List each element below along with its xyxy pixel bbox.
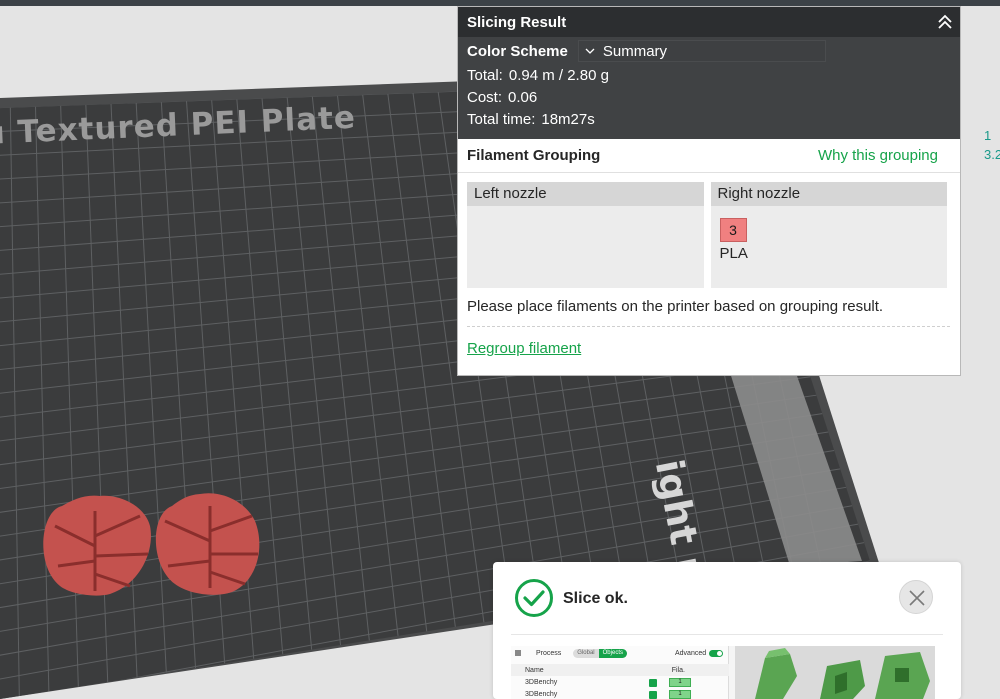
preview-row-check [649, 678, 657, 687]
preview-global-tab: Global [573, 648, 599, 658]
slicing-result-panel: Slicing Result Color Scheme Summary Tota… [457, 6, 961, 376]
filament-grouping-title: Filament Grouping [467, 147, 601, 164]
chevron-down-icon [585, 48, 595, 54]
process-icon [515, 650, 521, 656]
total-row: Total: 0.94 m / 2.80 g [458, 65, 960, 87]
placement-message: Please place filaments on the printer ba… [467, 298, 884, 315]
left-nozzle-box: Left nozzle [467, 182, 704, 288]
preview-3d-view [735, 646, 935, 699]
total-label: Total: [467, 67, 503, 84]
cost-label: Cost: [467, 89, 503, 106]
side-readout-line-2: 3.2 [984, 147, 1000, 162]
left-nozzle-label: Left nozzle [467, 182, 704, 206]
preview-thumbnail: Process Global Objects Advanced Name Fil… [511, 646, 935, 699]
slicing-result-title-bar[interactable]: Slicing Result [458, 7, 960, 37]
notification-divider [511, 634, 943, 635]
divider [467, 326, 950, 327]
preview-table-header: Name Fila. [511, 664, 729, 676]
preview-row: 3DBenchy 1 [511, 677, 729, 688]
preview-models-image [735, 646, 935, 699]
color-scheme-value: Summary [602, 42, 668, 60]
preview-advanced-switch [709, 649, 724, 657]
preview-row: 3DBenchy 1 [511, 689, 729, 699]
slicing-result-title: Slicing Result [467, 13, 567, 31]
preview-advanced-label: Advanced [674, 649, 707, 657]
cost-value: 0.06 [508, 89, 538, 106]
close-button[interactable] [899, 580, 933, 614]
color-scheme-label: Color Scheme [467, 42, 568, 60]
regroup-filament-link[interactable]: Regroup filament [467, 340, 581, 357]
filament-type: PLA [719, 245, 748, 262]
preview-col-fila: Fila. [671, 666, 685, 674]
check-circle-icon [515, 579, 553, 617]
collapse-icon[interactable] [936, 13, 954, 31]
time-value: 18m27s [541, 111, 595, 128]
model-right-leaf[interactable] [155, 493, 260, 595]
color-scheme-row: Color Scheme Summary [458, 37, 960, 65]
color-scheme-dropdown[interactable]: Summary [577, 40, 826, 62]
side-readout: 1 3.2 [984, 126, 1000, 164]
slice-notification: Slice ok. Process Global Objects Advance… [493, 562, 961, 699]
preview-scope-toggle: Global Objects [573, 648, 627, 658]
filament-grouping-header: Filament Grouping Why this grouping [458, 139, 960, 173]
preview-objects-tab: Objects [598, 648, 627, 658]
side-readout-line-1: 1 [984, 128, 992, 143]
preview-row-check [649, 690, 657, 699]
preview-col-name: Name [525, 666, 544, 674]
preview-row-name: 3DBenchy [525, 679, 558, 686]
time-row: Total time: 18m27s [458, 109, 960, 131]
filament-chip[interactable]: 3 [719, 218, 747, 242]
preview-row-fila: 1 [669, 690, 691, 699]
preview-row-name: 3DBenchy [525, 691, 558, 698]
why-this-grouping-link[interactable]: Why this grouping [818, 147, 938, 164]
nozzle-boxes: Left nozzle Right nozzle 3 PLA [458, 173, 960, 288]
cost-row: Cost: 0.06 [458, 87, 960, 109]
preview-process-panel: Process Global Objects Advanced Name Fil… [511, 646, 729, 699]
preview-row-fila: 1 [669, 678, 691, 687]
preview-process-label: Process [536, 649, 562, 657]
time-label: Total time: [467, 111, 536, 128]
preview-toolbar: Process Global Objects Advanced [511, 646, 729, 660]
slice-status-message: Slice ok. [563, 590, 628, 607]
right-nozzle-box: Right nozzle 3 PLA [710, 182, 947, 288]
close-icon [909, 590, 925, 606]
total-value: 0.94 m / 2.80 g [508, 67, 609, 84]
right-nozzle-label: Right nozzle [710, 182, 947, 206]
slicing-result-header: Slicing Result Color Scheme Summary Tota… [458, 7, 960, 139]
